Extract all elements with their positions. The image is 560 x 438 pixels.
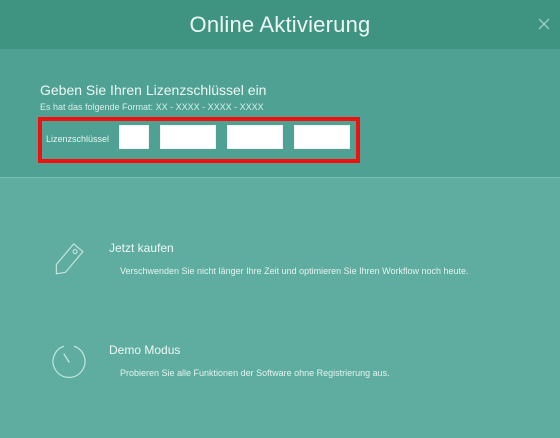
buy-now-description: Verschwenden Sie nicht länger Ihre Zeit …: [120, 266, 469, 276]
demo-mode-description: Probieren Sie alle Funktionen der Softwa…: [120, 368, 390, 378]
license-heading: Geben Sie Ihren Lizenzschlüssel ein: [40, 82, 267, 98]
timer-icon: [51, 341, 87, 379]
close-icon: [538, 18, 550, 30]
demo-mode-title: Demo Modus: [109, 343, 181, 357]
activation-window: Online Aktivierung Geben Sie Ihren Lizen…: [0, 0, 560, 438]
window-title: Online Aktivierung: [189, 12, 371, 37]
buy-now-option[interactable]: [40, 228, 530, 288]
close-button[interactable]: [530, 10, 558, 38]
license-format-hint: Es hat das folgende Format: XX - XXXX - …: [40, 102, 264, 112]
buy-now-title: Jetzt kaufen: [109, 241, 174, 255]
license-key-highlight: [38, 117, 360, 163]
price-tag-icon: [49, 238, 87, 282]
section-divider: [0, 177, 560, 178]
